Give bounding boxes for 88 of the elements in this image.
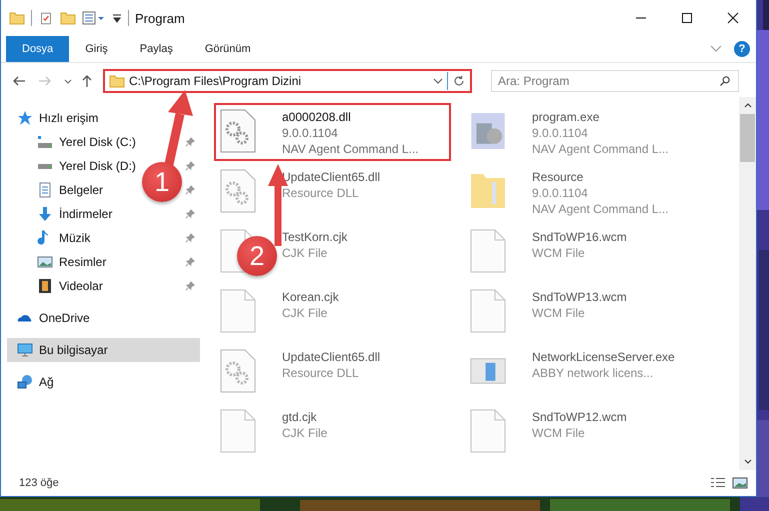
pin-icon[interactable] xyxy=(185,161,195,171)
file-item[interactable]: a0000208.dll 9.0.0.1104 NAV Agent Command L... xyxy=(214,103,451,161)
address-field[interactable]: C:\Program Files\Program Dizini xyxy=(103,69,472,93)
pin-icon[interactable] xyxy=(185,185,195,195)
scrollbar[interactable] xyxy=(739,97,756,470)
drive-icon xyxy=(37,134,53,150)
large-icons-view-icon[interactable] xyxy=(732,477,748,489)
file-icon xyxy=(470,289,506,333)
ribbon-tab[interactable]: Giriş xyxy=(69,36,124,62)
file-detail: Resource DLL xyxy=(282,365,360,381)
file-name: TestKorn.cjk xyxy=(282,229,348,245)
sidebar-item[interactable]: Müzik xyxy=(1,226,133,250)
window-title: Program xyxy=(135,10,185,26)
file-name: UpdateClient65.dll xyxy=(282,169,380,185)
address-text: C:\Program Files\Program Dizini xyxy=(129,74,302,88)
file-name: Resource xyxy=(532,169,584,185)
settings-file-icon xyxy=(220,349,256,393)
customize-caret-icon[interactable] xyxy=(112,14,122,22)
file-name: NetworkLicenseServer.exe xyxy=(532,349,675,365)
file-detail: NAV Agent Command L... xyxy=(532,141,669,157)
file-detail: 9.0.0.1104 xyxy=(532,185,589,201)
file-detail: ABBY network licens... xyxy=(532,365,654,381)
file-detail: Resource DLL xyxy=(282,185,360,201)
file-icon xyxy=(470,409,506,453)
file-name: gtd.cjk xyxy=(282,409,318,425)
sidebar-item[interactable]: Resimler xyxy=(1,250,133,274)
file-detail: 9.0.0.1104 xyxy=(282,125,339,141)
view-icon[interactable] xyxy=(82,11,106,25)
properties-icon[interactable] xyxy=(38,12,54,24)
file-name: Korean.cjk xyxy=(282,289,339,305)
expand-ribbon-icon[interactable] xyxy=(710,45,722,53)
ribbon-tab[interactable]: Dosya xyxy=(6,36,70,62)
film-icon xyxy=(37,278,53,294)
sidebar-item[interactable]: Belgeler xyxy=(1,178,133,202)
file-name: a0000208.dll xyxy=(282,109,352,125)
ribbon-tab[interactable]: Görünüm xyxy=(188,36,267,62)
file-detail: NAV Agent Command L... xyxy=(532,201,669,217)
file-icon xyxy=(220,289,256,333)
sidebar-item[interactable]: Ağ xyxy=(7,370,200,394)
settings-file-icon xyxy=(220,109,256,153)
folder-icon xyxy=(9,12,25,24)
sidebar-item[interactable]: Bu bilgisayar xyxy=(7,338,200,362)
help-button[interactable]: ? xyxy=(734,41,750,57)
file-detail: WCM File xyxy=(532,245,586,261)
file-name: program.exe xyxy=(532,109,600,125)
details-view-icon[interactable] xyxy=(710,477,726,489)
scroll-thumb[interactable] xyxy=(740,114,755,162)
pin-icon[interactable] xyxy=(185,137,195,147)
file-detail: WCM File xyxy=(532,425,586,441)
item-count: 123 öğe xyxy=(19,477,59,489)
download-icon xyxy=(37,206,53,222)
star-icon xyxy=(17,110,33,126)
sidebar-item[interactable]: Hızlı erişim xyxy=(7,106,200,130)
file-detail: CJK File xyxy=(282,305,328,321)
pin-icon[interactable] xyxy=(185,209,195,219)
file-name: SndToWP16.wcm xyxy=(532,229,627,245)
file-detail: 9.0.0.1104 xyxy=(532,125,589,141)
sidebar-item[interactable]: Videolar xyxy=(1,274,133,298)
drive-icon xyxy=(37,162,53,170)
monitor-icon xyxy=(17,342,33,358)
document-icon xyxy=(37,182,53,198)
dropdown-caret-icon[interactable] xyxy=(433,78,443,84)
image-icon xyxy=(37,254,53,270)
sidebar-item[interactable]: OneDrive xyxy=(7,306,200,330)
sidebar-item[interactable]: Yerel Disk (D:) xyxy=(1,154,133,178)
pin-icon[interactable] xyxy=(185,281,195,291)
ribbon-tab[interactable]: Paylaş xyxy=(124,36,189,62)
search-field[interactable]: Ara: Program xyxy=(491,70,739,92)
scroll-up-icon[interactable] xyxy=(744,103,752,108)
file-name: SndToWP12.wcm xyxy=(532,409,627,425)
folder-icon xyxy=(109,74,125,88)
network-icon xyxy=(17,374,33,390)
file-detail: CJK File xyxy=(282,425,328,441)
file-detail: WCM File xyxy=(532,305,586,321)
file-detail: NAV Agent Command L... xyxy=(282,141,419,157)
sidebar-item[interactable]: İndirmeler xyxy=(1,202,133,226)
file-name: SndToWP13.wcm xyxy=(532,289,627,305)
file-detail: CJK File xyxy=(282,245,328,261)
scroll-down-icon[interactable] xyxy=(744,459,752,464)
refresh-icon[interactable] xyxy=(452,74,466,88)
search-icon[interactable] xyxy=(719,75,731,87)
pin-icon[interactable] xyxy=(185,233,195,243)
file-name: UpdateClient65.dll xyxy=(282,349,380,365)
pin-icon[interactable] xyxy=(185,257,195,267)
sidebar-item[interactable]: Yerel Disk (C:) xyxy=(1,130,133,154)
file-icon xyxy=(220,409,256,453)
file-icon xyxy=(470,229,506,273)
settings-file-icon xyxy=(220,169,256,213)
